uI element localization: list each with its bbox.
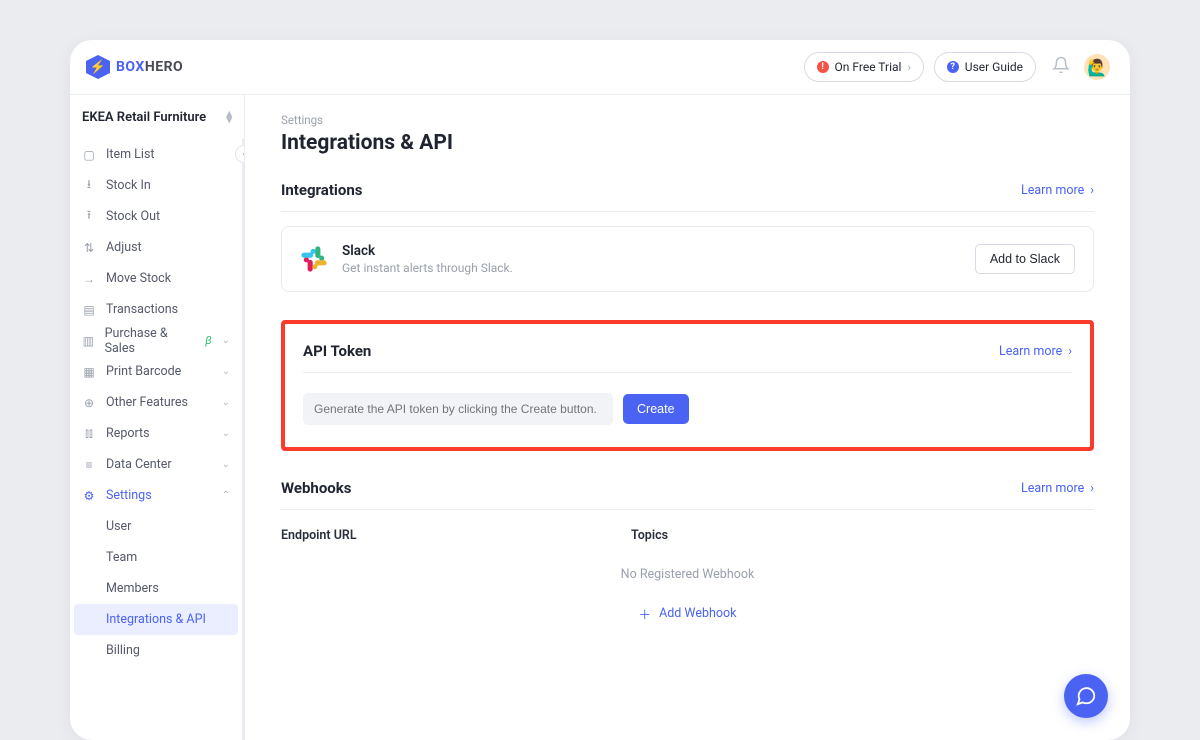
- sidebar-sub-user[interactable]: User: [70, 511, 242, 542]
- sidebar-item-print-barcode[interactable]: ▦ Print Barcode ⌄: [70, 356, 242, 387]
- sidebar-item-purchase-sales[interactable]: ▥ Purchase & Sales β ⌄: [70, 325, 242, 356]
- trial-pill[interactable]: ! On Free Trial ›: [804, 52, 924, 82]
- sidebar-item-label: Print Barcode: [106, 364, 181, 379]
- api-token-section: API Token Learn more › Create: [281, 320, 1094, 451]
- create-token-button[interactable]: Create: [623, 394, 689, 424]
- sidebar-item-label: Adjust: [106, 240, 142, 255]
- sidebar-item-label: Stock Out: [106, 209, 160, 224]
- api-token-learn-more[interactable]: Learn more ›: [999, 344, 1072, 359]
- integrations-title: Integrations: [281, 181, 362, 199]
- beta-badge: β: [205, 334, 211, 347]
- sidebar-item-label: Reports: [106, 426, 150, 441]
- sidebar-item-stock-out[interactable]: ⭱ Stock Out: [70, 201, 242, 232]
- webhooks-learn-more[interactable]: Learn more ›: [1021, 481, 1094, 496]
- bell-icon[interactable]: [1052, 56, 1070, 78]
- slack-subtitle: Get instant alerts through Slack.: [342, 261, 513, 275]
- sidebar-item-other-features[interactable]: ⊕ Other Features ⌄: [70, 387, 242, 418]
- arrow-right-icon: →: [82, 272, 96, 286]
- org-name: EKEA Retail Furniture: [82, 110, 206, 125]
- chevron-down-icon: ⌄: [222, 397, 230, 408]
- chevron-down-icon: ⌄: [222, 428, 230, 439]
- brand-light: HERO: [145, 59, 183, 75]
- webhooks-title: Webhooks: [281, 479, 352, 497]
- add-to-slack-button[interactable]: Add to Slack: [975, 244, 1075, 274]
- sidebar-item-label: Data Center: [106, 457, 172, 472]
- slack-icon: [300, 245, 328, 273]
- plus-circle-icon: ⊕: [82, 396, 96, 410]
- barcode-icon: ▦: [82, 365, 96, 379]
- sidebar-item-transactions[interactable]: ▤ Transactions: [70, 294, 242, 325]
- sidebar: EKEA Retail Furniture ▴▾ ‹ ▢ Item List ⭳…: [70, 95, 245, 740]
- chevron-up-icon: ⌃: [222, 490, 230, 501]
- add-webhook-button[interactable]: ＋ Add Webhook: [281, 604, 1094, 623]
- sidebar-item-reports[interactable]: ⫾⫾ Reports ⌄: [70, 418, 242, 449]
- app-window: ⚡ BOXHERO ! On Free Trial › ? User Guide…: [70, 40, 1130, 740]
- document-icon: ▥: [82, 334, 95, 348]
- list-icon: ▤: [82, 303, 96, 317]
- sidebar-item-data-center[interactable]: ≡ Data Center ⌄: [70, 449, 242, 480]
- sidebar-sub-members[interactable]: Members: [70, 573, 242, 604]
- trial-label: On Free Trial: [835, 60, 902, 74]
- chevron-down-icon: ⌄: [222, 459, 230, 470]
- download-icon: ⭳: [82, 175, 96, 196]
- sidebar-item-label: Item List: [106, 147, 155, 162]
- sidebar-item-move-stock[interactable]: → Move Stock: [70, 263, 242, 294]
- sidebar-item-adjust[interactable]: ⇅ Adjust: [70, 232, 242, 263]
- sidebar-item-label: Move Stock: [106, 271, 171, 286]
- database-icon: ≡: [82, 458, 96, 472]
- gear-icon: ⚙: [82, 489, 96, 503]
- sidebar-item-settings[interactable]: ⚙ Settings ⌃: [70, 480, 242, 511]
- sidebar-item-item-list[interactable]: ▢ Item List: [70, 139, 242, 170]
- sidebar-sub-integrations-api[interactable]: Integrations & API: [74, 604, 238, 635]
- slack-integration-card: Slack Get instant alerts through Slack. …: [281, 226, 1094, 292]
- sidebar-item-label: Transactions: [106, 302, 178, 317]
- integrations-section: Integrations Learn more ›: [281, 181, 1094, 292]
- chevron-down-icon: ⌄: [222, 366, 230, 377]
- brand-logo[interactable]: ⚡ BOXHERO: [86, 55, 183, 79]
- page-title: Integrations & API: [281, 131, 1094, 155]
- org-switcher[interactable]: EKEA Retail Furniture ▴▾: [70, 95, 244, 139]
- chevron-right-icon: ›: [1068, 344, 1072, 359]
- webhooks-table-head: Endpoint URL Topics: [281, 524, 1094, 553]
- api-token-title: API Token: [303, 342, 371, 360]
- avatar[interactable]: 🙋‍♂️: [1084, 54, 1110, 80]
- main-content: Settings Integrations & API Integrations…: [245, 95, 1130, 740]
- integrations-learn-more[interactable]: Learn more ›: [1021, 183, 1094, 198]
- sidebar-item-stock-in[interactable]: ⭳ Stock In: [70, 170, 242, 201]
- upload-icon: ⭱: [82, 206, 96, 227]
- sidebar-sub-team[interactable]: Team: [70, 542, 242, 573]
- sidebar-sub-billing[interactable]: Billing: [70, 635, 242, 666]
- webhooks-col-topics: Topics: [631, 528, 668, 543]
- chevron-right-icon: ›: [1090, 481, 1094, 496]
- chevron-down-icon: ⌄: [222, 335, 230, 346]
- sidebar-item-label: Purchase & Sales: [105, 326, 192, 356]
- webhooks-section: Webhooks Learn more › Endpoint URL Topic…: [281, 479, 1094, 623]
- plus-icon: ＋: [639, 604, 652, 623]
- userguide-label: User Guide: [965, 60, 1023, 74]
- sidebar-item-label: Other Features: [106, 395, 188, 410]
- chart-icon: ⫾⫾: [82, 426, 96, 441]
- webhooks-col-endpoint: Endpoint URL: [281, 528, 631, 543]
- sidebar-item-label: Settings: [106, 488, 152, 503]
- brand-strong: BOX: [116, 59, 145, 75]
- sort-icon: ▴▾: [226, 111, 232, 123]
- api-token-input[interactable]: [303, 393, 613, 425]
- breadcrumb: Settings: [281, 113, 1094, 127]
- userguide-pill[interactable]: ? User Guide: [934, 52, 1036, 82]
- body: EKEA Retail Furniture ▴▾ ‹ ▢ Item List ⭳…: [70, 95, 1130, 740]
- help-dot-icon: ?: [947, 61, 959, 73]
- webhooks-empty-state: No Registered Webhook: [281, 553, 1094, 604]
- topbar: ⚡ BOXHERO ! On Free Trial › ? User Guide…: [70, 40, 1130, 95]
- adjust-icon: ⇅: [82, 241, 96, 255]
- chevron-right-icon: ›: [1090, 183, 1094, 198]
- slack-name: Slack: [342, 243, 513, 259]
- alert-dot-icon: !: [817, 61, 829, 73]
- sidebar-item-label: Stock In: [106, 178, 151, 193]
- box-icon: ▢: [82, 148, 96, 162]
- chevron-right-icon: ›: [907, 61, 910, 74]
- chat-fab[interactable]: [1064, 674, 1108, 718]
- logo-cube-icon: ⚡: [86, 55, 110, 79]
